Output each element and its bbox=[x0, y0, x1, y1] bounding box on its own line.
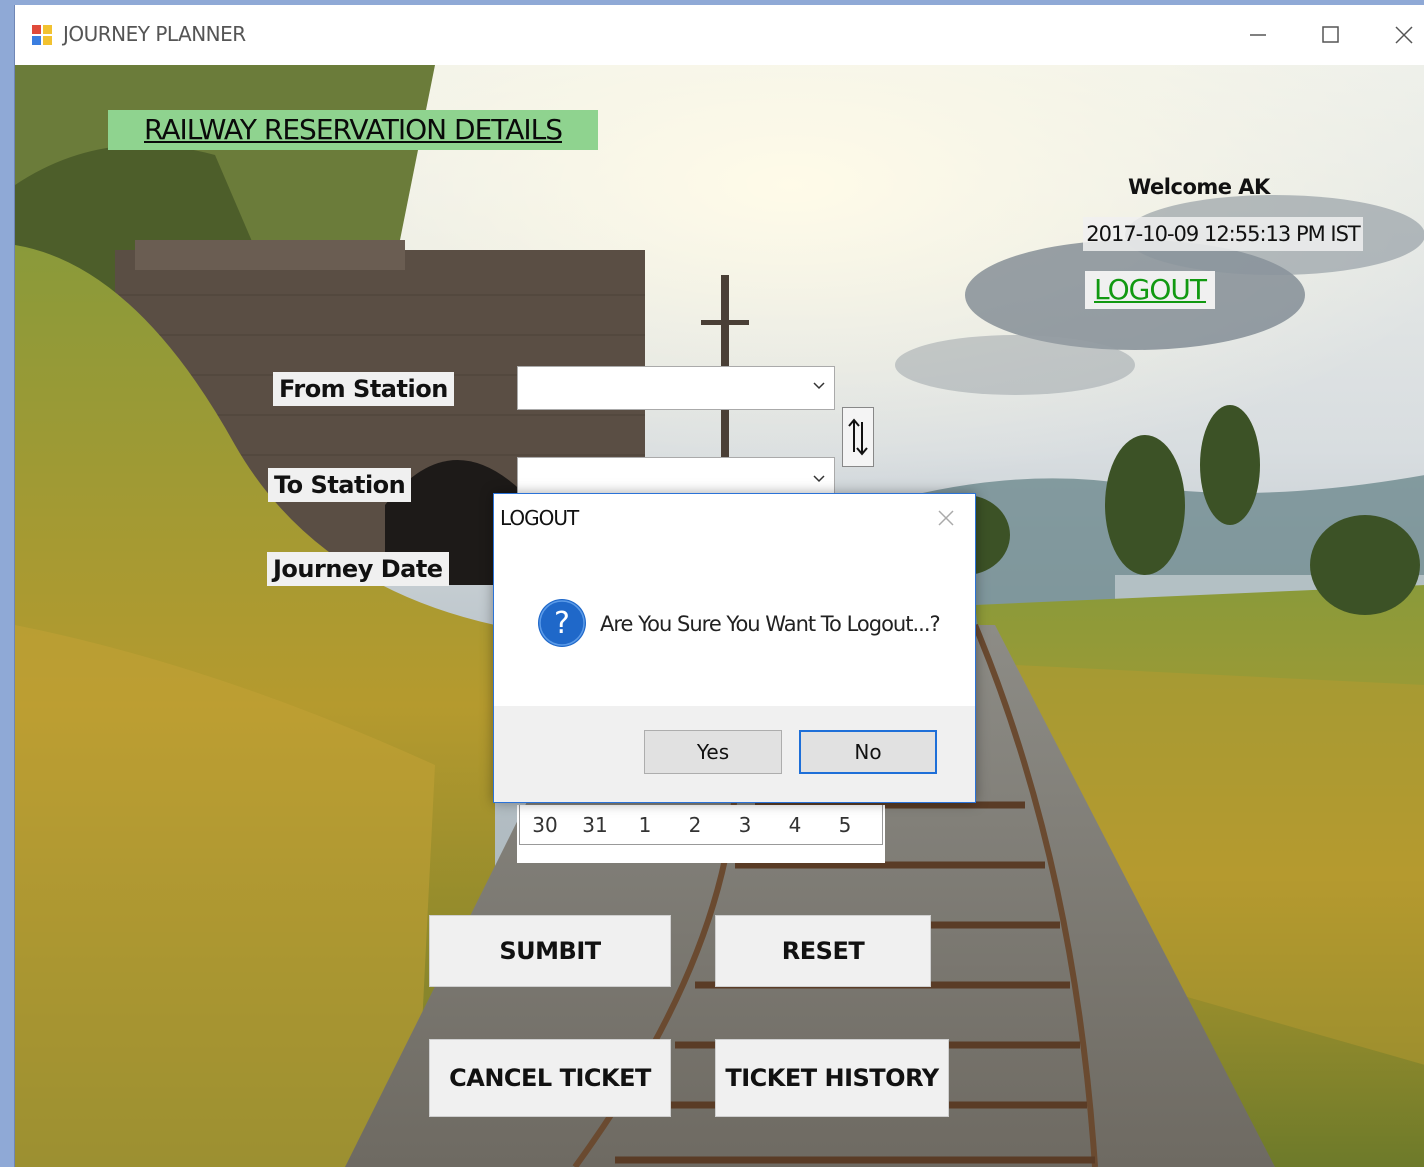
app-icon bbox=[32, 25, 52, 45]
page-heading: RAILWAY RESERVATION DETAILS bbox=[108, 110, 598, 150]
cancel-ticket-button[interactable]: CANCEL TICKET bbox=[429, 1039, 671, 1117]
welcome-text: Welcome AK bbox=[1128, 175, 1270, 199]
from-station-label: From Station bbox=[273, 372, 454, 406]
no-button[interactable]: No bbox=[799, 730, 937, 774]
window-title: JOURNEY PLANNER bbox=[63, 22, 246, 46]
chevron-down-icon bbox=[813, 382, 825, 390]
minimize-icon[interactable] bbox=[1235, 15, 1281, 55]
dialog-title: LOGOUT bbox=[500, 506, 579, 530]
calendar-day[interactable]: 4 bbox=[770, 813, 820, 837]
datetime-display: 2017-10-09 12:55:13 PM IST bbox=[1083, 217, 1363, 251]
app-window: JOURNEY PLANNER RAILWAY RESERVATION DETA… bbox=[14, 5, 1424, 1167]
journey-date-calendar[interactable]: 30 31 1 2 3 4 5 bbox=[517, 805, 885, 863]
calendar-day[interactable]: 3 bbox=[720, 813, 770, 837]
svg-text:?: ? bbox=[554, 606, 570, 641]
calendar-day[interactable]: 31 bbox=[570, 813, 620, 837]
journey-date-label: Journey Date bbox=[267, 552, 449, 586]
maximize-icon[interactable] bbox=[1307, 15, 1353, 55]
calendar-week-row: 30 31 1 2 3 4 5 bbox=[519, 805, 883, 845]
to-station-label: To Station bbox=[268, 468, 412, 502]
ticket-history-button[interactable]: TICKET HISTORY bbox=[715, 1039, 949, 1117]
swap-stations-button[interactable] bbox=[842, 407, 874, 467]
logout-dialog: LOGOUT ? Are You Sure You Want To Logout… bbox=[493, 493, 976, 803]
calendar-day[interactable]: 30 bbox=[520, 813, 570, 837]
calendar-day[interactable]: 5 bbox=[820, 813, 870, 837]
submit-button[interactable]: SUMBIT bbox=[429, 915, 671, 987]
logout-link[interactable]: LOGOUT bbox=[1085, 271, 1215, 309]
question-icon: ? bbox=[538, 599, 586, 647]
calendar-day[interactable]: 2 bbox=[670, 813, 720, 837]
dialog-footer: Yes No bbox=[494, 706, 975, 802]
swap-arrows-icon bbox=[848, 418, 868, 456]
chevron-down-icon bbox=[813, 475, 825, 483]
close-icon[interactable] bbox=[936, 508, 956, 528]
calendar-day[interactable]: 1 bbox=[620, 813, 670, 837]
yes-button[interactable]: Yes bbox=[644, 730, 782, 774]
title-bar[interactable]: JOURNEY PLANNER bbox=[15, 5, 1424, 65]
close-icon[interactable] bbox=[1380, 15, 1424, 55]
reset-button[interactable]: RESET bbox=[715, 915, 931, 987]
from-station-dropdown[interactable] bbox=[517, 366, 835, 410]
dialog-message: Are You Sure You Want To Logout...? bbox=[600, 612, 941, 636]
